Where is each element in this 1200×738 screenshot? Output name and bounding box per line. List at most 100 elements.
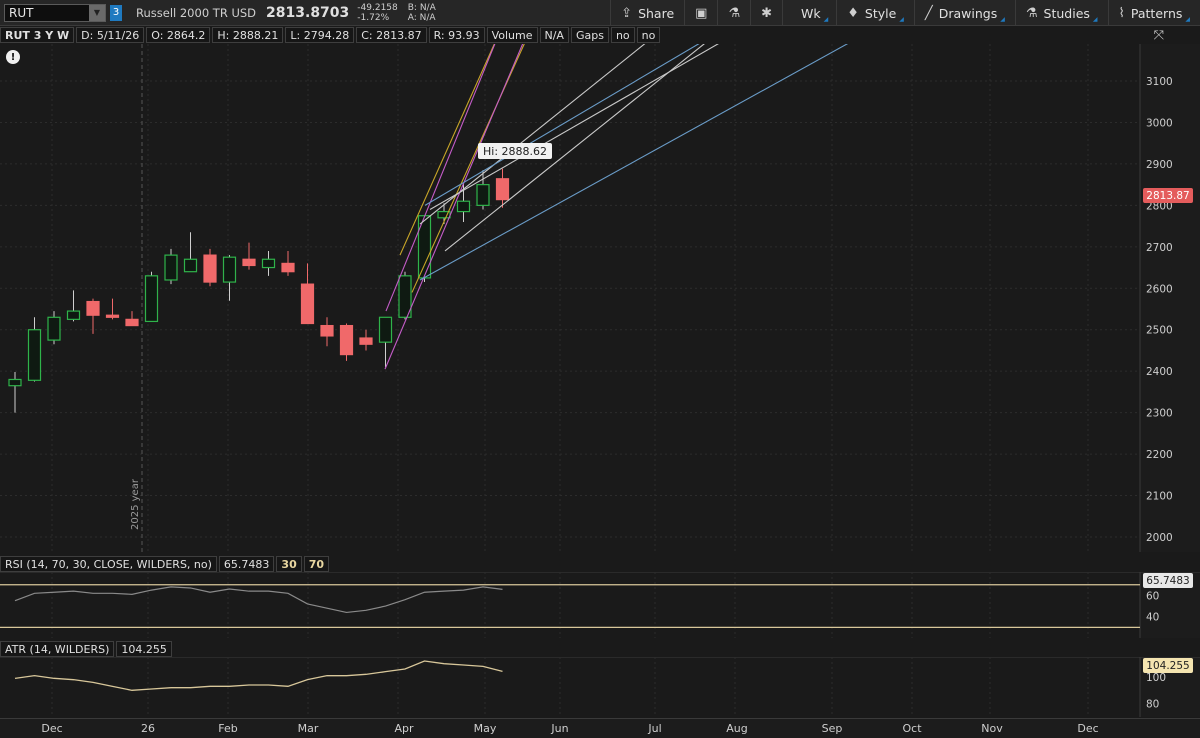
- share-label: Share: [638, 5, 675, 21]
- info-open: O: 2864.2: [146, 27, 211, 43]
- candle-body: [47, 316, 61, 341]
- atr-background: [0, 657, 1200, 717]
- style-button[interactable]: ♦ Style ◢: [836, 0, 914, 26]
- chart-title[interactable]: RUT 3 Y W: [0, 27, 75, 43]
- style-icon: ♦: [847, 5, 859, 21]
- snapshot-button[interactable]: ▣: [684, 0, 717, 26]
- atr-panel[interactable]: 80 100: [0, 657, 1200, 717]
- time-tick-label: Dec: [41, 722, 63, 735]
- aggregation-button[interactable]: Wk ◢: [782, 0, 836, 26]
- net-change: -49.2158: [357, 2, 398, 13]
- candle-body: [242, 258, 256, 267]
- info-date: D: 5/11/26: [76, 27, 145, 43]
- bid-value: B: N/A: [407, 2, 436, 13]
- price-tick-label: 2900: [1146, 159, 1173, 171]
- studies-label: Studies: [1043, 5, 1090, 21]
- candle-body: [105, 314, 120, 318]
- pct-change: -1.72%: [357, 12, 390, 23]
- price-change: -49.2158 -1.72%: [357, 3, 397, 23]
- toolbar-actions: ⇪ Share ▣ ⚗ ✱ Wk ◢ ♦ Style ◢ ╱ Drawings …: [610, 0, 1200, 26]
- chevron-down-icon[interactable]: ▼: [89, 4, 105, 21]
- info-low: L: 2794.28: [285, 27, 355, 43]
- alert-icon[interactable]: !: [6, 50, 20, 64]
- candle-body: [27, 329, 42, 381]
- info-high: H: 2888.21: [212, 27, 284, 43]
- share-icon: ⇪: [621, 5, 633, 21]
- atr-value: 104.255: [116, 641, 172, 657]
- time-tick-label: Apr: [394, 722, 414, 735]
- corner-arrow-icon: ◢: [823, 16, 829, 23]
- rsi-value-tag: 65.7483: [1143, 573, 1193, 588]
- price-tick-label: 3100: [1146, 76, 1173, 88]
- atr-tick-label: 80: [1146, 699, 1159, 711]
- atr-title[interactable]: ATR (14, WILDERS): [0, 641, 115, 657]
- rsi-lower: 30: [276, 556, 302, 572]
- patterns-label: Patterns: [1130, 5, 1183, 21]
- drawings-label: Drawings: [938, 5, 998, 21]
- info-gaps-value: no: [610, 27, 635, 43]
- flask-icon: ⚗: [1025, 5, 1038, 21]
- candle-body: [339, 324, 354, 356]
- candle-body: [125, 318, 139, 327]
- flask-button[interactable]: ⚗: [717, 0, 750, 26]
- price-tick-label: 2500: [1146, 325, 1173, 337]
- patterns-icon: ⌇: [1118, 5, 1125, 21]
- candle-body: [417, 215, 432, 279]
- rsi-value: 65.7483: [218, 556, 275, 572]
- time-tick-label: Aug: [726, 722, 748, 735]
- drawings-button[interactable]: ╱ Drawings ◢: [913, 0, 1015, 26]
- candle-body: [378, 316, 393, 343]
- pencil-icon: ╱: [924, 5, 933, 21]
- bid-ask: B: N/A A: N/A: [408, 3, 436, 23]
- candle-body: [66, 310, 81, 320]
- share-button[interactable]: ⇪ Share: [610, 0, 684, 26]
- time-tick-label: Sep: [821, 722, 843, 735]
- price-tick-label: 2300: [1146, 408, 1173, 420]
- rsi-title[interactable]: RSI (14, 70, 30, CLOSE, WILDERS, no): [0, 556, 217, 572]
- corner-arrow-icon: ◢: [1092, 16, 1098, 23]
- patterns-button[interactable]: ⌇ Patterns ◢: [1107, 0, 1200, 26]
- price-tick-label: 2200: [1146, 449, 1173, 461]
- time-axis[interactable]: Dec 26 Feb Mar Apr May Jun Jul Aug Sep Oct Nov Dec: [0, 718, 1200, 738]
- info-volume-label[interactable]: Volume: [486, 27, 538, 43]
- studies-button[interactable]: ⚗ Studies ◢: [1014, 0, 1108, 26]
- rsi-tick-label: 60: [1146, 590, 1159, 602]
- rsi-header: RSI (14, 70, 30, CLOSE, WILDERS, no) 65.…: [0, 556, 331, 572]
- rsi-panel[interactable]: 40 60: [0, 572, 1200, 638]
- cursor-mode-icon[interactable]: ⤧: [1154, 28, 1164, 43]
- symbol-input[interactable]: RUT: [5, 6, 89, 20]
- gear-icon: ✱: [761, 5, 772, 21]
- info-gaps-label[interactable]: Gaps: [570, 27, 609, 43]
- info-gaps-value-2: no: [636, 27, 661, 43]
- candle-body: [144, 275, 159, 323]
- chart-background: [0, 44, 1200, 552]
- time-tick-label: May: [473, 722, 497, 735]
- price-chart[interactable]: 2000210022002300240025002600270028002900…: [0, 44, 1200, 552]
- candle-body: [222, 256, 237, 283]
- corner-arrow-icon: ◢: [1000, 16, 1005, 23]
- price-tick-label: 2100: [1146, 491, 1173, 503]
- info-close: C: 2813.87: [356, 27, 427, 43]
- symbol-selector[interactable]: RUT ▼: [4, 3, 106, 22]
- price-tick-label: 3000: [1146, 117, 1173, 129]
- settings-button[interactable]: ✱: [750, 0, 782, 26]
- link-group-badge[interactable]: 3: [110, 4, 122, 21]
- candle-body: [300, 283, 315, 325]
- corner-arrow-icon: ◢: [1185, 16, 1190, 23]
- price-tick-label: 2600: [1146, 283, 1173, 295]
- high-bubble: Hi: 2888.62: [478, 143, 553, 159]
- time-tick-label: Jul: [648, 722, 662, 735]
- top-toolbar: RUT ▼ 3 Russell 2000 TR USD 2813.8703 -4…: [0, 0, 1200, 26]
- time-tick-label: 26: [141, 722, 155, 735]
- info-range: R: 93.93: [428, 27, 485, 43]
- time-tick-label: Jun: [551, 722, 569, 735]
- aggregation-label: Wk: [801, 5, 821, 21]
- chart-info-bar: RUT 3 Y W D: 5/11/26 O: 2864.2 H: 2888.2…: [0, 26, 662, 44]
- candle-body: [281, 262, 295, 273]
- current-price-tag: 2813.87: [1143, 188, 1193, 203]
- ask-value: A: N/A: [407, 12, 436, 23]
- flask-icon: ⚗: [728, 5, 741, 21]
- candle-body: [359, 337, 373, 345]
- style-label: Style: [864, 5, 897, 21]
- corner-arrow-icon: ◢: [899, 16, 904, 23]
